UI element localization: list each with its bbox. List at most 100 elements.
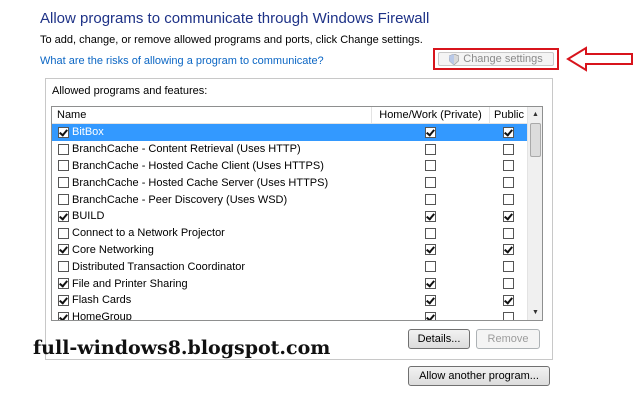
home-work-checkbox[interactable]	[424, 210, 436, 222]
program-name: BranchCache - Hosted Cache Server (Uses …	[72, 176, 329, 189]
table-row[interactable]: Distributed Transaction Coordinator	[52, 258, 528, 275]
vertical-scrollbar[interactable]: ▲ ▼	[527, 107, 542, 320]
public-checkbox[interactable]	[503, 160, 514, 172]
program-enabled-checkbox[interactable]	[58, 244, 69, 256]
table-row[interactable]: HomeGroup	[52, 309, 528, 320]
uac-shield-icon	[448, 53, 460, 65]
allow-another-program-button[interactable]: Allow another program...	[408, 366, 550, 386]
column-header-home-work[interactable]: Home/Work (Private)	[371, 107, 489, 123]
table-row[interactable]: BranchCache - Peer Discovery (Uses WSD)	[52, 191, 528, 208]
program-name-cell: BranchCache - Hosted Cache Client (Uses …	[52, 160, 371, 172]
program-enabled-checkbox[interactable]	[58, 194, 69, 206]
home-work-cell	[371, 194, 489, 206]
table-row[interactable]: Core Networking	[52, 242, 528, 259]
public-cell	[489, 278, 528, 290]
program-enabled-checkbox[interactable]	[58, 261, 69, 273]
table-row[interactable]: File and Printer Sharing	[52, 275, 528, 292]
change-settings-button[interactable]: Change settings	[438, 52, 554, 66]
program-name: BUILD	[72, 210, 105, 223]
public-checkbox[interactable]	[503, 244, 514, 256]
home-work-checkbox[interactable]	[424, 244, 436, 256]
page-title: Allow programs to communicate through Wi…	[40, 10, 430, 27]
column-header-name[interactable]: Name	[52, 107, 371, 123]
program-enabled-checkbox[interactable]	[58, 278, 69, 290]
table-row[interactable]: BUILD	[52, 208, 528, 225]
public-checkbox[interactable]	[503, 126, 514, 138]
page-subtitle: To add, change, or remove allowed progra…	[40, 34, 423, 46]
home-work-checkbox[interactable]	[424, 143, 436, 155]
program-enabled-checkbox[interactable]	[58, 294, 69, 306]
home-work-checkbox[interactable]	[424, 177, 436, 189]
program-enabled-checkbox[interactable]	[58, 227, 69, 239]
allowed-programs-group: Allowed programs and features: Name Home…	[45, 78, 553, 360]
program-name-cell: BitBox	[52, 126, 371, 139]
program-enabled-checkbox[interactable]	[58, 177, 69, 189]
program-enabled-checkbox[interactable]	[58, 311, 69, 320]
program-name-cell: BranchCache - Content Retrieval (Uses HT…	[52, 143, 371, 155]
program-enabled-checkbox[interactable]	[58, 126, 69, 138]
home-work-cell	[371, 294, 489, 306]
change-settings-highlight: Change settings	[433, 48, 559, 70]
program-name: BranchCache - Content Retrieval (Uses HT…	[72, 143, 301, 156]
home-work-checkbox[interactable]	[424, 227, 436, 239]
public-checkbox[interactable]	[503, 311, 514, 320]
program-enabled-checkbox[interactable]	[58, 143, 69, 155]
allowed-programs-list[interactable]: Name Home/Work (Private) Public BitBox Br…	[51, 106, 543, 321]
public-checkbox[interactable]	[503, 143, 514, 155]
details-button[interactable]: Details...	[408, 329, 470, 349]
public-checkbox[interactable]	[503, 194, 514, 206]
program-rows: BitBox BranchCache - Content Retrieval (U…	[52, 124, 528, 320]
program-enabled-checkbox[interactable]	[58, 160, 69, 172]
table-row[interactable]: BranchCache - Hosted Cache Server (Uses …	[52, 174, 528, 191]
remove-button[interactable]: Remove	[476, 329, 540, 349]
public-cell	[489, 126, 528, 138]
public-cell	[489, 177, 528, 189]
public-checkbox[interactable]	[503, 177, 514, 189]
scroll-down-icon[interactable]: ▼	[528, 305, 542, 320]
column-header-public[interactable]: Public	[489, 107, 528, 123]
public-cell	[489, 261, 528, 273]
program-name: Core Networking	[72, 243, 154, 256]
program-name-cell: Core Networking	[52, 244, 371, 256]
home-work-cell	[371, 227, 489, 239]
public-checkbox[interactable]	[503, 227, 514, 239]
risks-help-link[interactable]: What are the risks of allowing a program…	[40, 55, 324, 67]
home-work-checkbox[interactable]	[424, 311, 436, 320]
home-work-checkbox[interactable]	[424, 160, 436, 172]
program-name-cell: Distributed Transaction Coordinator	[52, 261, 371, 273]
table-row[interactable]: Flash Cards	[52, 292, 528, 309]
public-cell	[489, 294, 528, 306]
left-arrow-icon	[566, 46, 633, 72]
public-checkbox[interactable]	[503, 261, 514, 273]
public-checkbox[interactable]	[503, 210, 514, 222]
program-name-cell: BranchCache - Peer Discovery (Uses WSD)	[52, 194, 371, 206]
home-work-checkbox[interactable]	[424, 294, 436, 306]
table-row[interactable]: BranchCache - Hosted Cache Client (Uses …	[52, 158, 528, 175]
table-row[interactable]: BranchCache - Content Retrieval (Uses HT…	[52, 141, 528, 158]
program-name: BranchCache - Peer Discovery (Uses WSD)	[72, 193, 288, 206]
public-cell	[489, 227, 528, 239]
program-name: Flash Cards	[72, 294, 132, 307]
table-row[interactable]: BitBox	[52, 124, 528, 141]
table-row[interactable]: Connect to a Network Projector	[52, 225, 528, 242]
program-name: Distributed Transaction Coordinator	[72, 260, 246, 273]
home-work-checkbox[interactable]	[424, 278, 436, 290]
program-name-cell: File and Printer Sharing	[52, 278, 371, 290]
home-work-checkbox[interactable]	[424, 261, 436, 273]
change-settings-label: Change settings	[463, 53, 543, 65]
public-cell	[489, 194, 528, 206]
home-work-cell	[371, 311, 489, 320]
watermark-text: full-windows8.blogspot.com	[33, 337, 331, 359]
home-work-cell	[371, 126, 489, 138]
home-work-checkbox[interactable]	[424, 126, 436, 138]
program-name: File and Printer Sharing	[72, 277, 188, 290]
public-checkbox[interactable]	[503, 278, 514, 290]
home-work-checkbox[interactable]	[424, 194, 436, 206]
public-checkbox[interactable]	[503, 294, 514, 306]
home-work-cell	[371, 244, 489, 256]
home-work-cell	[371, 160, 489, 172]
public-cell	[489, 160, 528, 172]
scrollbar-thumb[interactable]	[530, 123, 541, 157]
scroll-up-icon[interactable]: ▲	[528, 107, 542, 122]
program-enabled-checkbox[interactable]	[58, 210, 69, 222]
